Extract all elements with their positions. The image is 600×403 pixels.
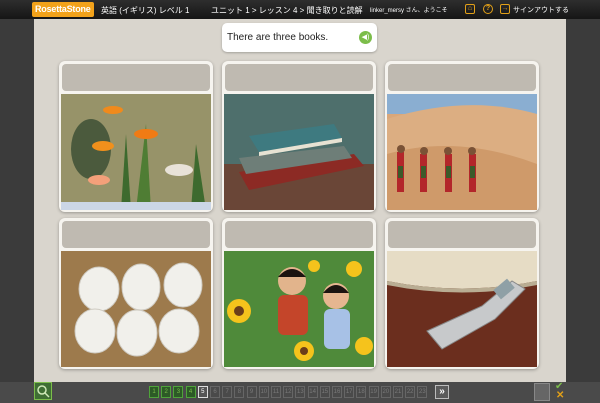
prompt-text: There are three books. [227, 32, 329, 43]
answer-card-phone[interactable] [385, 218, 539, 369]
books-image [224, 94, 374, 210]
card-label [225, 221, 373, 248]
page-button[interactable]: 15 [319, 386, 330, 398]
page-button[interactable]: 22 [405, 386, 416, 398]
welcome-text: linker_mersy さん、ようこそ [370, 8, 448, 14]
card-label [388, 221, 536, 248]
page-button[interactable]: 18 [356, 386, 367, 398]
page-button[interactable]: 17 [344, 386, 355, 398]
page-button[interactable]: 12 [283, 386, 294, 398]
speaker-icon[interactable]: ◀) [359, 31, 372, 44]
exit-icon[interactable]: → [500, 4, 510, 14]
page-button[interactable]: 11 [271, 386, 281, 398]
answer-card-books[interactable] [222, 61, 376, 212]
page-button[interactable]: 4 [185, 386, 196, 398]
prompt-box: There are three books. ◀) [222, 23, 377, 52]
children-image [224, 251, 374, 367]
page-button[interactable]: 2 [161, 386, 172, 398]
card-label [388, 64, 536, 91]
page-button[interactable]: 5 [197, 386, 208, 398]
page-button[interactable]: 6 [210, 386, 220, 398]
card-label [62, 221, 210, 248]
page-button[interactable]: 1 [149, 386, 159, 398]
page-button[interactable]: 21 [393, 386, 403, 398]
desert-image [387, 94, 537, 210]
page-button[interactable]: 10 [258, 386, 269, 398]
goldfish-image [61, 94, 211, 210]
signout-link[interactable]: サインアウトする [513, 5, 569, 15]
card-label [62, 64, 210, 91]
cross-icon: ✕ [556, 390, 565, 401]
answer-card-desert[interactable] [385, 61, 539, 212]
top-bar: RosettaStone 英語 (イギリス) レベル 1 ユニット 1 > レッ… [0, 0, 600, 19]
breadcrumb: ユニット 1 > レッスン 4 > 聞き取りと読解 [211, 6, 363, 15]
card-label [225, 64, 373, 91]
page-button[interactable]: 14 [307, 386, 318, 398]
course-title: 英語 (イギリス) レベル 1 [101, 6, 190, 15]
bottom-bar: 1 2 3 4 5 6 7 8 9 10 11 12 13 14 15 16 17 18 19 20 21 22 23 » … [0, 382, 600, 403]
page-button[interactable]: 7 [222, 386, 233, 398]
home-icon[interactable]: ⌂ [465, 4, 475, 14]
help-icon[interactable]: ? [483, 4, 493, 14]
page-button[interactable]: 16 [332, 386, 342, 398]
page-button[interactable]: 13 [295, 386, 306, 398]
page-button[interactable]: 9 [246, 386, 257, 398]
lesson-area: There are three books. ◀) [34, 19, 566, 382]
exit-lesson-icon[interactable] [534, 383, 550, 401]
answer-card-eggs[interactable] [59, 218, 213, 369]
page-button[interactable]: 19 [368, 386, 379, 398]
logo-text: RosettaStone [35, 4, 91, 14]
answer-card-goldfish[interactable] [59, 61, 213, 212]
page-button[interactable]: 20 [380, 386, 391, 398]
eggs-image [61, 251, 211, 367]
page-button[interactable]: 3 [173, 386, 184, 398]
page-button[interactable]: 8 [234, 386, 245, 398]
phone-image [387, 251, 537, 367]
rosetta-stone-logo: RosettaStone [32, 2, 94, 17]
page-button[interactable]: 23 [417, 386, 428, 398]
answer-card-children[interactable] [222, 218, 376, 369]
search-icon[interactable] [34, 382, 52, 400]
next-page-button[interactable]: » [435, 385, 449, 399]
